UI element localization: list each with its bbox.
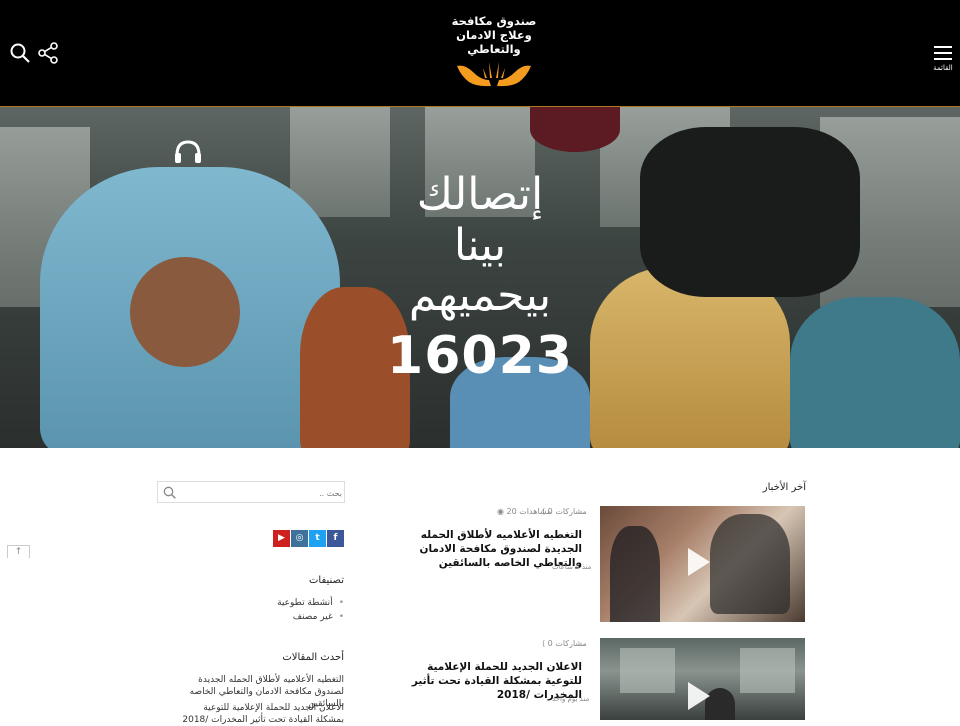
recent-posts-title: أحدث المقالات <box>282 652 344 663</box>
play-icon <box>688 682 710 710</box>
hotline-number: 16023 <box>387 326 573 386</box>
thumbnail-person <box>610 526 660 622</box>
twitter-icon[interactable]: t <box>309 530 326 547</box>
view-count: ◉ 20 مشاهدات <box>497 507 551 516</box>
logo-line: صندوق مكافحة <box>451 14 537 28</box>
hero-banner[interactable]: إتصالك بينا بيحميهم 16023 <box>0 107 960 448</box>
site-header: صندوق مكافحة وعلاج الادمان والتعاطي القا… <box>0 0 960 107</box>
logo-line: والتعاطي <box>467 42 521 56</box>
hamburger-icon <box>932 46 954 60</box>
share-count-text: 0 مشاركات <box>547 507 587 516</box>
news-time: منذ 4 ساعات <box>552 563 592 571</box>
search-input[interactable] <box>184 484 344 502</box>
bullet-icon: • <box>338 612 344 622</box>
youtube-icon[interactable]: ▶ <box>273 530 290 547</box>
thumbnail-person <box>710 514 790 614</box>
hands-icon <box>457 62 531 87</box>
news-thumbnail[interactable] <box>600 506 805 622</box>
search-box <box>157 481 345 503</box>
headset-icon <box>175 140 201 163</box>
instagram-icon[interactable]: ◎ <box>291 530 308 547</box>
share-count: ⟨ 0 مشاركات <box>542 639 587 648</box>
hero-line: بينا <box>453 220 507 271</box>
menu-button[interactable]: القائمة <box>932 42 954 72</box>
category-label: غير مصنف <box>292 612 333 622</box>
share-count-text: 0 مشاركات <box>547 639 587 648</box>
hero-line: بيحميهم <box>408 270 552 321</box>
news-thumbnail[interactable] <box>600 638 805 720</box>
passenger-figure <box>790 297 960 448</box>
logo-line: وعلاج الادمان <box>456 28 532 42</box>
hero-line: إتصالك <box>416 169 544 220</box>
section-title-latest-news: آخر الأخبار <box>762 482 806 493</box>
facebook-icon[interactable]: f <box>327 530 344 547</box>
search-icon[interactable] <box>163 486 176 499</box>
play-icon <box>688 548 710 576</box>
search-icon[interactable] <box>9 42 31 64</box>
category-label: أنشطة تطوعية <box>277 598 333 608</box>
thumbnail-window <box>740 648 795 693</box>
categories-title: تصنيفات <box>308 575 344 586</box>
category-item[interactable]: • غير مصنف <box>293 612 344 622</box>
back-to-top-button[interactable]: ↑ <box>7 545 30 558</box>
menu-label: القائمة <box>933 64 953 72</box>
site-logo[interactable]: صندوق مكافحة وعلاج الادمان والتعاطي <box>446 14 542 94</box>
news-time: منذ يوم واحد <box>552 695 590 703</box>
share-icon[interactable] <box>37 42 59 64</box>
eye-icon: ◉ <box>497 507 504 516</box>
passenger-figure <box>130 257 240 367</box>
category-item[interactable]: • أنشطة تطوعية <box>277 598 344 608</box>
bullet-icon: • <box>338 598 344 608</box>
share-icon: ⟨ <box>542 639 546 648</box>
recent-post-link[interactable]: الاعلان الجديد للحملة الإعلامية للتوعية … <box>174 702 344 726</box>
view-count-text: 20 مشاهدات <box>506 507 552 516</box>
passenger-figure <box>530 107 620 152</box>
passenger-figure <box>640 127 860 297</box>
thumbnail-window <box>620 648 675 693</box>
hero-slogan: إتصالك بينا بيحميهم 16023 <box>360 169 600 385</box>
